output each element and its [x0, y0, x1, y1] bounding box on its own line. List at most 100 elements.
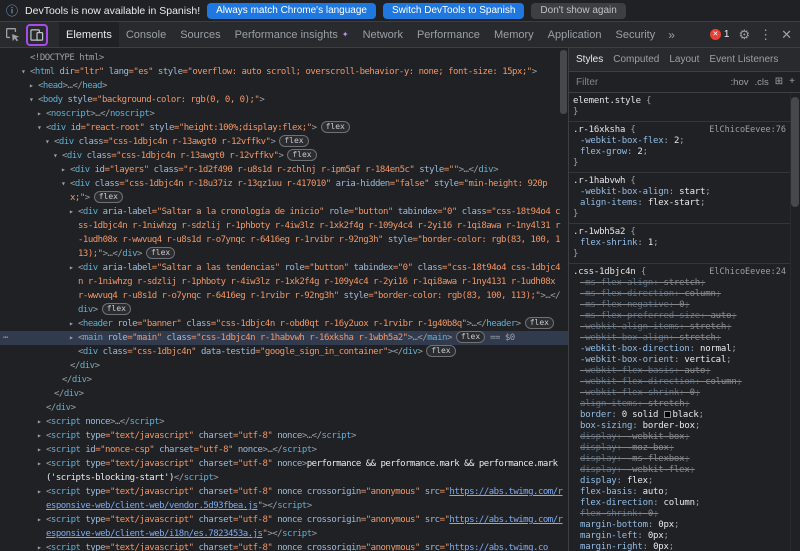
css-property[interactable]: align-items: flex-start;	[573, 198, 788, 209]
css-property[interactable]: flex-shrink: 0;	[573, 509, 788, 520]
css-selector[interactable]: .r-16xksha	[573, 125, 625, 135]
expand-arrow-collapsed[interactable]: ▸	[37, 513, 41, 527]
expand-arrow-collapsed[interactable]: ▸	[29, 79, 33, 93]
resource-link[interactable]: https://abs.twimg.co	[449, 543, 547, 551]
css-property[interactable]: display: -ms-flexbox;	[573, 454, 788, 465]
css-selector[interactable]: element.style	[573, 96, 641, 106]
css-property[interactable]: box-sizing: border-box;	[573, 421, 788, 432]
switch-devtools-to-spanish-button[interactable]: Switch DevTools to Spanish	[383, 3, 524, 19]
tree-node[interactable]: ▸<script id="nonce-csp" charset="utf-8" …	[0, 443, 568, 457]
don-t-show-again-button[interactable]: Don't show again	[531, 3, 625, 19]
tree-node[interactable]: ▸<script type="text/javascript" charset=…	[0, 541, 568, 551]
new-style-rule-icon[interactable]: +	[789, 77, 795, 87]
stylesheet-link[interactable]: ElChicoEevee:24	[709, 267, 786, 278]
flex-badge[interactable]: flex	[94, 191, 123, 203]
device-toolbar-button[interactable]	[26, 24, 48, 46]
css-property[interactable]: margin-left: 0px;	[573, 531, 788, 542]
css-property[interactable]: border: 0 solid black;	[573, 410, 788, 421]
tree-node[interactable]: </div>	[0, 387, 568, 401]
class-toggle[interactable]: .cls	[755, 77, 769, 88]
css-property[interactable]: flex-shrink: 1;	[573, 238, 788, 249]
expand-arrow-collapsed[interactable]: ▸	[69, 261, 73, 275]
css-rule[interactable]: element.style {}	[569, 93, 790, 122]
pseudo-state-toggle[interactable]: :hov	[731, 77, 749, 88]
css-property[interactable]: flex-direction: column;	[573, 498, 788, 509]
tree-node[interactable]: ▾<div id="react-root" style="height:100%…	[0, 121, 568, 135]
tree-node[interactable]: ▸⋯<main role="main" class="css-1dbjc4n r…	[0, 331, 568, 345]
styles-scrollbar-thumb[interactable]	[791, 97, 799, 207]
sidebar-tab-styles[interactable]: Styles	[571, 54, 608, 65]
css-property[interactable]: margin-right: 0px;	[573, 542, 788, 551]
css-property[interactable]: display: -webkit-box;	[573, 432, 788, 443]
tree-node[interactable]: ▸<div aria-label="Saltar a las tendencia…	[0, 261, 568, 317]
expand-arrow-expanded[interactable]: ▾	[45, 135, 49, 149]
css-property[interactable]: -ms-flex-align: stretch;	[573, 278, 788, 289]
expand-arrow-expanded[interactable]: ▾	[53, 149, 57, 163]
expand-arrow-collapsed[interactable]: ▸	[69, 205, 73, 219]
more-tabs-chevron[interactable]: »	[662, 22, 681, 47]
sidebar-tab-event-listeners[interactable]: Event Listeners	[704, 54, 783, 65]
tab-elements[interactable]: Elements	[59, 22, 119, 47]
tree-node[interactable]: ▸<script type="text/javascript" charset=…	[0, 457, 568, 485]
tree-node[interactable]: ▾<div class="css-1dbjc4n r-18u37iz r-13q…	[0, 177, 568, 205]
flex-badge[interactable]: flex	[287, 149, 316, 161]
css-property[interactable]: flex-grow: 2;	[573, 147, 788, 158]
tree-node[interactable]: ▾<div class="css-1dbjc4n r-13awgt0 r-12v…	[0, 149, 568, 163]
tree-node[interactable]: ▸<script type="text/javascript" charset=…	[0, 485, 568, 513]
expand-arrow-collapsed[interactable]: ▸	[37, 107, 41, 121]
flex-badge[interactable]: flex	[279, 135, 308, 147]
close-icon[interactable]: ✕	[781, 28, 792, 41]
expand-arrow-collapsed[interactable]: ▸	[69, 317, 73, 331]
expand-arrow-expanded[interactable]: ▾	[21, 65, 25, 79]
css-property[interactable]: -webkit-flex-basis: auto;	[573, 366, 788, 377]
css-property[interactable]: -ms-flex-negative: 0;	[573, 300, 788, 311]
tree-node[interactable]: ▾<body style="background-color: rgb(0, 0…	[0, 93, 568, 107]
flex-badge[interactable]: flex	[525, 317, 554, 329]
css-property[interactable]: display: flex;	[573, 476, 788, 487]
tree-node[interactable]: ▸<script nonce>…</script>	[0, 415, 568, 429]
expand-arrow-collapsed[interactable]: ▸	[37, 443, 41, 457]
flex-badge[interactable]: flex	[321, 121, 350, 133]
settings-gear-icon[interactable]: ⚙	[738, 28, 750, 41]
tree-node[interactable]: ▸<header role="banner" class="css-1dbjc4…	[0, 317, 568, 331]
css-property[interactable]: -webkit-box-align: stretch;	[573, 333, 788, 344]
tree-node[interactable]: ▸<div id="layers" class="r-1d2f490 r-u8s…	[0, 163, 568, 177]
styles-filter-input[interactable]	[574, 76, 725, 89]
stylesheet-link[interactable]: ElChicoEevee:76	[709, 125, 786, 136]
flex-badge[interactable]: flex	[426, 345, 455, 357]
expand-arrow-collapsed[interactable]: ▸	[69, 331, 73, 345]
expand-arrow-expanded[interactable]: ▾	[29, 93, 33, 107]
css-property[interactable]: -webkit-box-flex: 2;	[573, 136, 788, 147]
tree-node[interactable]: ▸<head>…</head>	[0, 79, 568, 93]
css-property[interactable]: -ms-flex-direction: column;	[573, 289, 788, 300]
tree-node[interactable]: </div>	[0, 359, 568, 373]
expand-arrow-collapsed[interactable]: ▸	[37, 429, 41, 443]
sidebar-tab-layout[interactable]: Layout	[664, 54, 704, 65]
tree-node[interactable]: ▸<script type="text/javascript" charset=…	[0, 429, 568, 443]
console-error-badge[interactable]: ✕ 1	[710, 29, 730, 40]
css-property[interactable]: -webkit-box-direction: normal;	[573, 344, 788, 355]
tab-sources[interactable]: Sources	[173, 22, 227, 47]
expand-arrow-expanded[interactable]: ▾	[61, 177, 65, 191]
css-property[interactable]: -webkit-align-items: stretch;	[573, 322, 788, 333]
elements-scrollbar-thumb[interactable]	[560, 50, 567, 114]
css-property[interactable]: display: -moz-box;	[573, 443, 788, 454]
tree-node[interactable]: <div class="css-1dbjc4n" data-testid="go…	[0, 345, 568, 359]
flex-badge[interactable]: flex	[102, 303, 131, 315]
expand-arrow-collapsed[interactable]: ▸	[37, 457, 41, 471]
expand-arrow-collapsed[interactable]: ▸	[61, 163, 65, 177]
expand-arrow-collapsed[interactable]: ▸	[37, 415, 41, 429]
css-property[interactable]: flex-basis: auto;	[573, 487, 788, 498]
tab-network[interactable]: Network	[356, 22, 410, 47]
css-rule[interactable]: .r-1wbh5a2 {flex-shrink: 1;}	[569, 224, 790, 264]
tree-node[interactable]: ▾<div class="css-1dbjc4n r-13awgt0 r-12v…	[0, 135, 568, 149]
tree-node[interactable]: </div>	[0, 401, 568, 415]
css-property[interactable]: -webkit-box-align: start;	[573, 187, 788, 198]
styles-scrollbar-track[interactable]	[790, 93, 800, 551]
expand-arrow-collapsed[interactable]: ▸	[37, 541, 41, 551]
css-property[interactable]: -webkit-flex-direction: column;	[573, 377, 788, 388]
css-rule[interactable]: .r-16xksha {ElChicoEevee:76-webkit-box-f…	[569, 122, 790, 173]
tree-node[interactable]: ▸<script type="text/javascript" charset=…	[0, 513, 568, 541]
css-property[interactable]: align-items: stretch;	[573, 399, 788, 410]
sidebar-tab-computed[interactable]: Computed	[608, 54, 664, 65]
